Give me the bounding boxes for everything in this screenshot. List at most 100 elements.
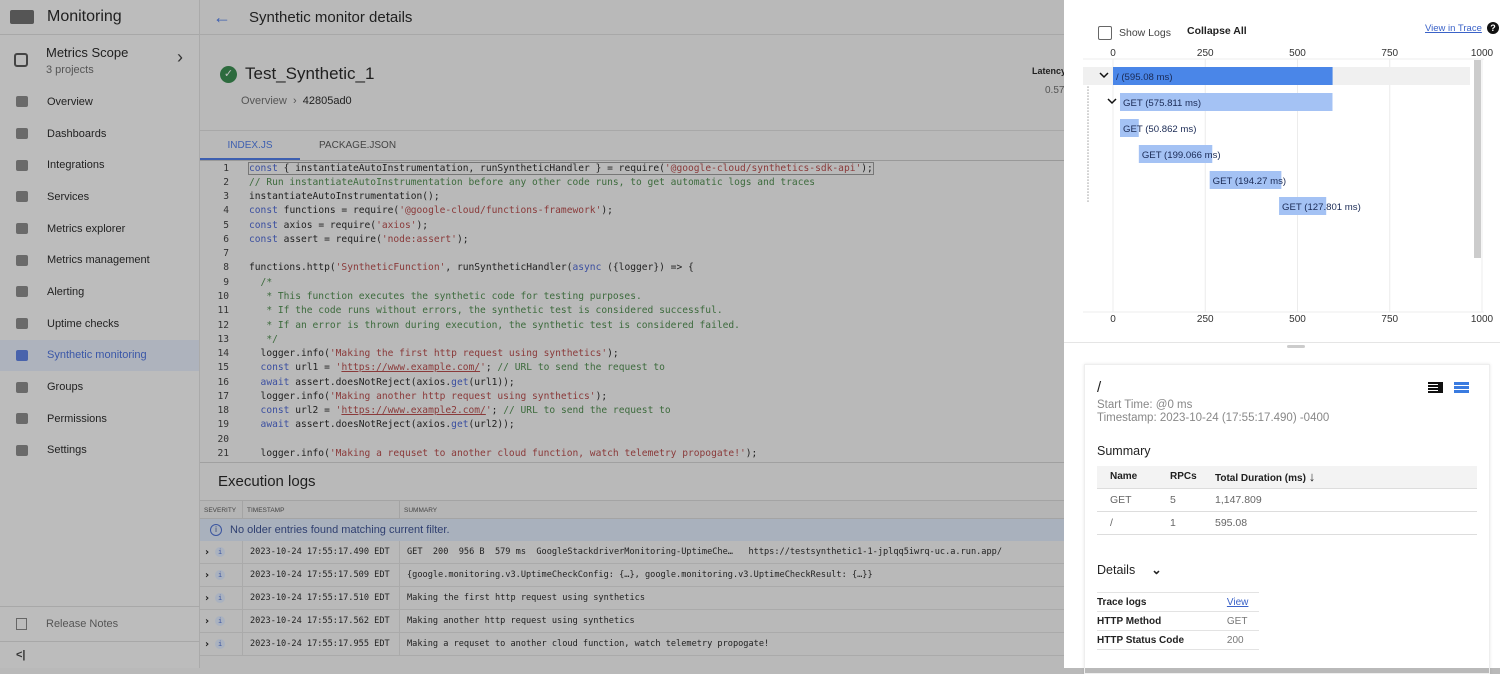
detail-value: 200 [1226, 634, 1244, 646]
execution-logs-title: Execution logs [218, 473, 316, 490]
metrics-scope-title: Metrics Scope [46, 44, 129, 60]
code-text: logger.info('Making the first http reque… [249, 348, 619, 360]
line-number: 21 [217, 447, 229, 459]
code-editor[interactable]: 1 const { instantiateAutoInstrumentation,… [200, 160, 1064, 460]
code-text: await assert.doesNotReject(axios.get(url… [249, 419, 515, 431]
bell-icon [16, 286, 28, 298]
trace-panel: Show Logs Collapse All View in Trace ? 0… [1064, 0, 1500, 674]
logs-table: SEVERITY TIMESTAMP SUMMARY i No older ent… [200, 500, 1064, 656]
split-view-icon[interactable] [1428, 382, 1443, 393]
trace-waterfall-chart: 0 0 250 250 500 500 750 750 1000 1000 / (595.08 ms… [1083, 48, 1494, 325]
tab-package-json[interactable]: PACKAGE.JSON [300, 131, 400, 160]
sidebar-item-metrics-explorer[interactable]: Metrics explorer [0, 213, 199, 245]
breadcrumb-current: 42805ad0 [302, 95, 352, 107]
code-text: const url2 = 'https://www.example2.com/'… [249, 405, 671, 417]
sidebar-item-synthetic-monitoring[interactable]: Synthetic monitoring [0, 339, 199, 372]
overview-icon [16, 96, 28, 108]
sidebar-item-permissions[interactable]: Permissions [0, 403, 199, 435]
collapse-sidebar-button[interactable]: <| [0, 642, 200, 668]
release-notes-icon [16, 618, 27, 630]
summary-table: Name RPCs Total Duration (ms) ↓ GET 5 1,147.… [1097, 466, 1477, 535]
sidebar-item-label: Uptime checks [47, 317, 120, 330]
summary-col-rpcs[interactable]: RPCs [1157, 466, 1202, 489]
trace-scrollbar[interactable] [1474, 60, 1481, 258]
sidebar-item-integrations[interactable]: Integrations [0, 149, 199, 181]
log-timestamp: 2023-10-24 17:55:17.509 EDT [243, 564, 400, 586]
summary-col-name[interactable]: Name [1097, 466, 1157, 489]
expand-chevron-icon[interactable]: › [205, 639, 209, 650]
span-label: / (595.08 ms) [1116, 72, 1173, 83]
detail-key: HTTP Method [1097, 611, 1227, 631]
code-line: 2 // Run instantiateAutoInstrumentation b… [200, 175, 1064, 189]
monitor-icon [16, 318, 28, 330]
span-start-time: Start Time: @0 ms [1097, 399, 1193, 411]
axis-tick-top: 500 [1289, 48, 1306, 59]
code-text: const url1 = 'https://www.example.com/';… [249, 362, 665, 374]
resize-handle[interactable] [1287, 345, 1305, 348]
code-line: 20 [200, 432, 1064, 446]
expand-chevron-icon[interactable] [1107, 98, 1117, 105]
sidebar-item-services[interactable]: Services [0, 181, 199, 213]
sidebar-item-dashboards[interactable]: Dashboards [0, 118, 199, 150]
sidebar-item-label: Services [47, 190, 90, 203]
breadcrumb-overview[interactable]: Overview [241, 95, 287, 107]
file-tabs: INDEX.JS PACKAGE.JSON [200, 130, 1064, 160]
tab-index-js[interactable]: INDEX.JS [200, 131, 300, 160]
release-notes-label: Release Notes [46, 618, 119, 630]
line-number: 7 [223, 248, 229, 260]
info-icon: i [210, 524, 222, 536]
details-table: Trace logs View HTTP Method GET HTTP Status … [1097, 592, 1259, 650]
sidebar-item-metrics-management[interactable]: Metrics management [0, 244, 199, 276]
collapse-all-button[interactable]: Collapse All [1187, 25, 1247, 37]
sidebar-item-settings[interactable]: Settings [0, 435, 199, 467]
log-row[interactable]: › i 2023-10-24 17:55:17.510 EDT Making the … [200, 587, 1064, 610]
sidebar-item-alerting[interactable]: Alerting [0, 276, 199, 308]
details-toggle[interactable]: Details ⌄ [1097, 562, 1162, 577]
code-text: logger.info('Making another http request… [249, 390, 608, 402]
summary-row: GET 5 1,147.809 [1097, 488, 1477, 512]
axis-tick-bottom: 500 [1289, 314, 1306, 325]
line-number: 13 [217, 333, 229, 345]
back-arrow-icon[interactable]: ← [213, 7, 231, 28]
info-severity-icon: i [215, 639, 226, 649]
line-number: 12 [217, 319, 229, 331]
line-number: 6 [223, 233, 229, 245]
log-row[interactable]: › i 2023-10-24 17:55:17.955 EDT Making a re… [200, 633, 1064, 656]
axis-tick-bottom: 1000 [1471, 314, 1494, 325]
summary-cell: 595.08 [1202, 511, 1477, 535]
metrics-scope[interactable]: Metrics Scope 3 projects › [0, 35, 199, 85]
summary-col-duration[interactable]: Total Duration (ms) ↓ [1202, 466, 1477, 489]
show-logs-label[interactable]: Show Logs [1119, 27, 1171, 39]
log-row[interactable]: › i 2023-10-24 17:55:17.562 EDT Making anot… [200, 610, 1064, 633]
axis-tick-top: 750 [1381, 48, 1398, 59]
expand-chevron-icon[interactable]: › [205, 616, 209, 627]
sidebar-item-label: Groups [47, 381, 84, 394]
sort-arrow-down-icon: ↓ [1308, 469, 1316, 485]
view-in-trace-link[interactable]: View in Trace [1425, 23, 1482, 34]
expand-chevron-icon[interactable]: › [205, 570, 209, 581]
expand-chevron-icon[interactable]: › [205, 593, 209, 604]
log-row[interactable]: › i 2023-10-24 17:55:17.509 EDT {google.mon… [200, 564, 1064, 587]
code-line: 17 logger.info('Making another http requ… [200, 389, 1064, 403]
column-timestamp: TIMESTAMP [243, 501, 400, 518]
sidebar-item-overview[interactable]: Overview [0, 86, 199, 118]
trace-logs-view-link[interactable]: View [1227, 597, 1249, 608]
code-line: 4 const functions = require('@google-clou… [200, 204, 1064, 218]
code-text: * This function executes the synthetic c… [249, 291, 642, 303]
expand-chevron-icon[interactable]: › [205, 547, 209, 558]
release-notes-link[interactable]: Release Notes [0, 606, 200, 642]
list-view-icon[interactable] [1454, 382, 1469, 393]
sidebar-item-groups[interactable]: Groups [0, 371, 199, 403]
show-logs-checkbox[interactable] [1098, 26, 1112, 40]
help-icon[interactable]: ? [1487, 22, 1499, 34]
summary-cell: 5 [1157, 488, 1202, 512]
code-line: 13 */ [200, 332, 1064, 346]
log-row[interactable]: › i 2023-10-24 17:55:17.490 EDT GET 200 956… [200, 541, 1064, 564]
code-text: */ [249, 333, 278, 345]
sidebar-item-label: Overview [47, 95, 93, 108]
code-text: const assert = require('node:assert'); [249, 233, 469, 245]
chevron-right-icon[interactable]: › [177, 47, 183, 68]
sidebar-item-uptime-checks[interactable]: Uptime checks [0, 308, 199, 340]
code-line: 10 * This function executes the syntheti… [200, 289, 1064, 303]
code-text: * If an error is thrown during execution… [249, 319, 740, 331]
